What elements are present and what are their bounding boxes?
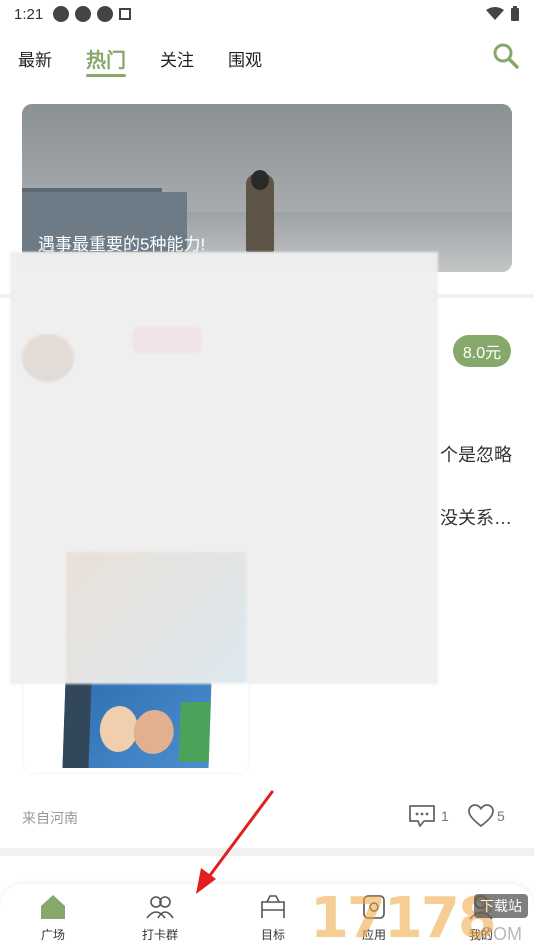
site-watermark: 17178 下载站 .COM	[310, 886, 534, 950]
nav-label: 目标	[260, 928, 285, 942]
heart-icon[interactable]	[468, 804, 494, 828]
banner-image-person-head	[251, 170, 269, 190]
tab-watch[interactable]: 围观	[228, 41, 262, 75]
blurred-overlay	[10, 252, 438, 684]
feed-tabs: 最新 热门 关注 围观	[0, 38, 534, 78]
like-count: 5	[497, 808, 505, 824]
section-divider	[0, 848, 534, 856]
battery-icon	[511, 6, 519, 21]
app-notification-icon	[75, 6, 92, 22]
featured-banner[interactable]: 遇事最重要的5种能力!	[22, 104, 512, 272]
post-text-line1: 个是忽略	[440, 445, 512, 465]
group-icon	[146, 896, 174, 919]
blurred-avatar	[22, 334, 74, 382]
wifi-icon	[486, 7, 504, 20]
nav-goal[interactable]: 目标	[237, 892, 309, 948]
book-cover-figure	[132, 710, 175, 754]
status-bar: 1:21	[0, 0, 534, 28]
nav-square[interactable]: 广场	[17, 892, 89, 948]
tab-hot[interactable]: 热门	[86, 41, 126, 77]
post-image-card[interactable]	[24, 670, 248, 772]
annotation-arrow-shaft	[206, 790, 274, 880]
status-notification-icons	[53, 6, 132, 22]
target-icon	[261, 895, 285, 918]
nav-label: 广场	[40, 928, 65, 942]
watermark-badge: 下载站	[474, 894, 528, 918]
app-notification-icon	[53, 6, 70, 22]
comment-icon[interactable]	[408, 804, 436, 828]
app-notification-icon	[119, 8, 132, 20]
tab-following[interactable]: 关注	[160, 41, 194, 75]
blurred-image	[66, 552, 246, 682]
book-spine	[62, 682, 92, 768]
app-notification-icon	[97, 6, 114, 22]
book-cover-image	[62, 682, 212, 768]
nav-checkin-group[interactable]: 打卡群	[124, 892, 196, 948]
home-icon	[41, 895, 65, 919]
nav-label: 打卡群	[141, 928, 178, 942]
blurred-tag	[132, 326, 202, 354]
status-system-icons	[486, 6, 520, 22]
post-location: 来自河南	[22, 810, 78, 826]
price-badge[interactable]: 8.0元	[453, 335, 511, 367]
watermark-number: 17178	[310, 886, 497, 950]
status-time: 1:21	[14, 5, 44, 23]
book-cover-stripe	[178, 702, 211, 762]
watermark-domain: .COM	[475, 924, 522, 944]
comment-count: 1	[441, 808, 449, 824]
post-text-line2: 没关系…	[440, 508, 512, 528]
search-icon[interactable]	[492, 42, 520, 70]
tab-latest[interactable]: 最新	[18, 41, 52, 75]
book-cover-figure	[99, 706, 139, 752]
